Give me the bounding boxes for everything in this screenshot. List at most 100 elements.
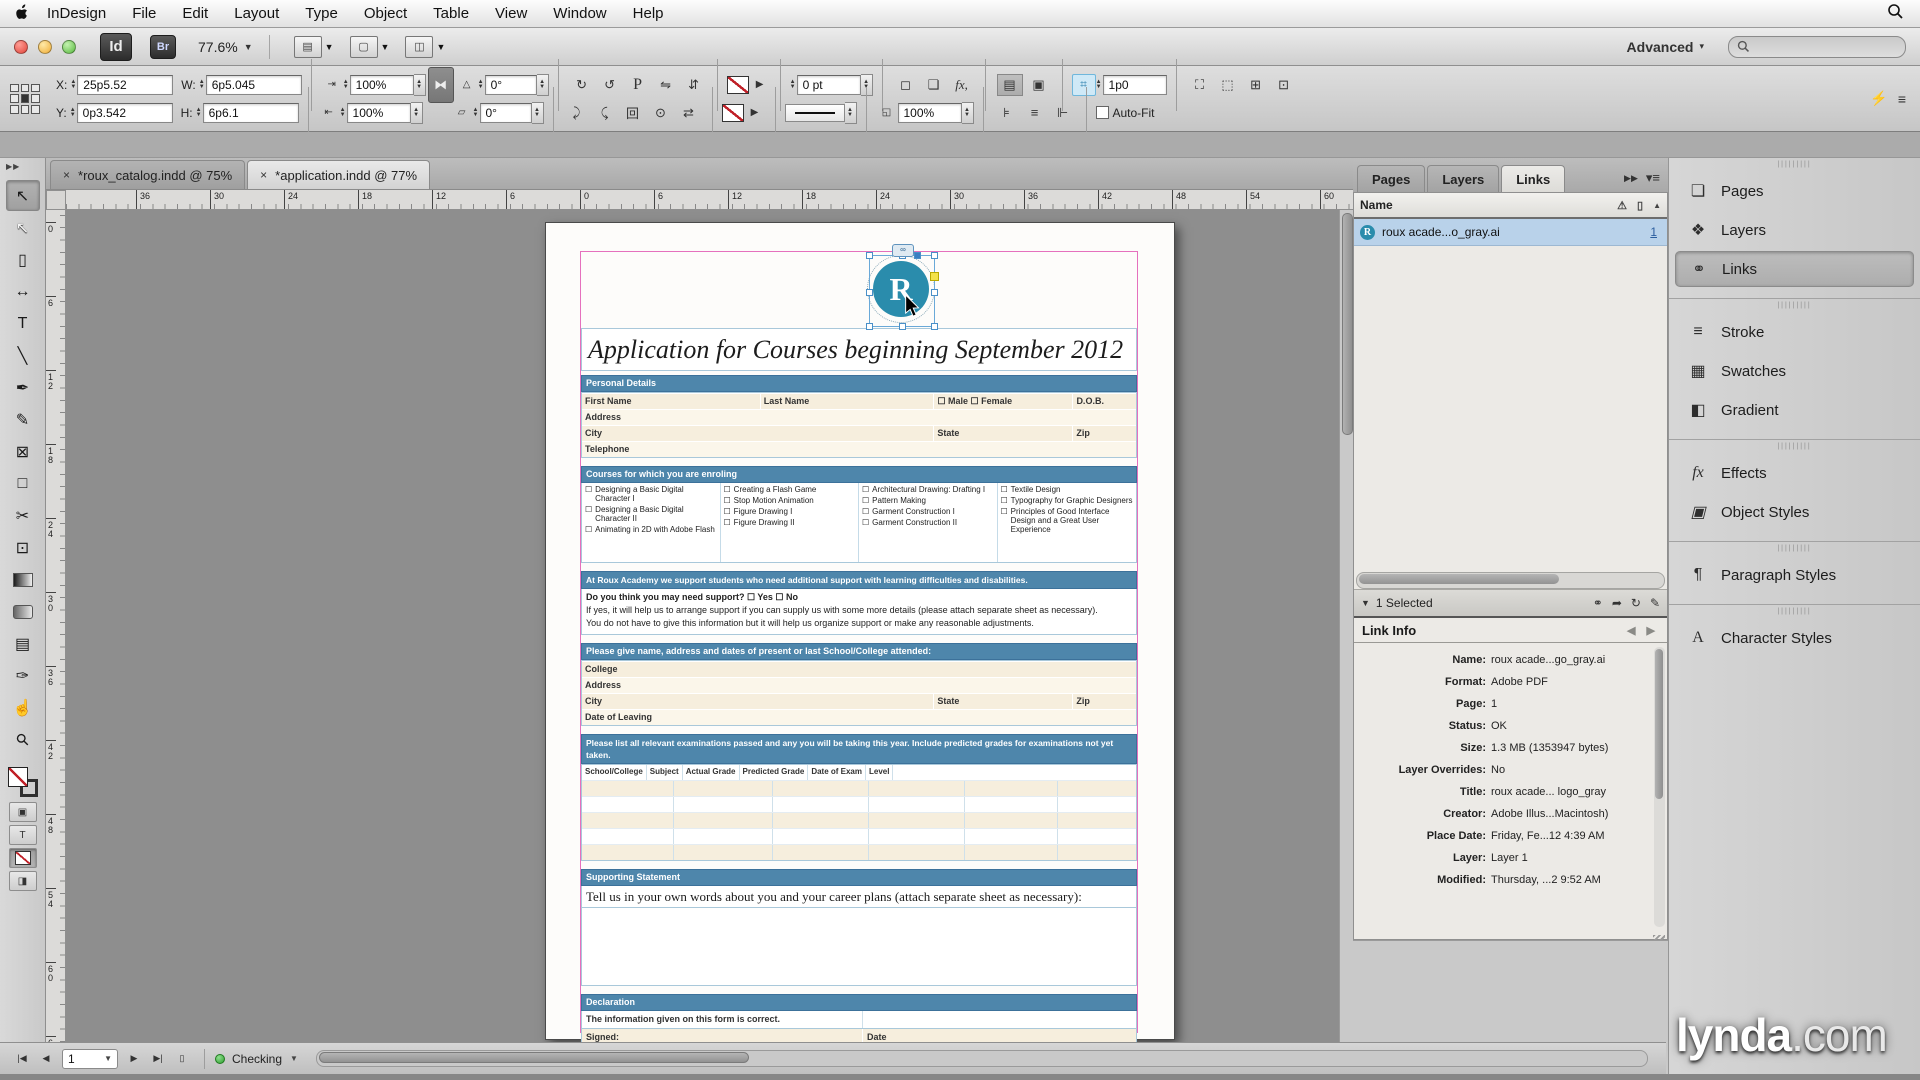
spotlight-search-icon[interactable] [1887, 3, 1904, 25]
stroke-weight-spin[interactable]: ▲▼ [860, 73, 873, 96]
menu-edit[interactable]: Edit [182, 5, 208, 22]
selection-handle[interactable] [931, 252, 938, 259]
scale-x-stepper[interactable]: ▲ ▼ [343, 79, 349, 90]
stroke-swatch-arrow[interactable]: ▶ [751, 75, 769, 95]
zoom-level-select[interactable]: 77.6% ▼ [198, 39, 253, 55]
apple-menu-icon[interactable] [14, 2, 30, 25]
fit-proportional-button[interactable]: ⊡ [1272, 75, 1296, 95]
selection-frame[interactable]: ∞ [866, 244, 939, 330]
selection-handle[interactable] [866, 323, 873, 330]
fill-color-none-swatch[interactable] [721, 103, 744, 122]
y-stepper[interactable]: ▲ ▼ [70, 107, 76, 118]
menu-view[interactable]: View [495, 5, 527, 22]
rotation-angle-field[interactable]: 0° [484, 74, 537, 95]
effects-fx-button[interactable]: fx, [950, 75, 974, 95]
rotate-90ccw-button[interactable]: ⤹ [593, 103, 617, 123]
last-page-button[interactable]: ▶| [150, 1053, 166, 1064]
shear-angle-field[interactable]: 0° [479, 102, 532, 123]
dock-item[interactable]: ▣ Object Styles [1675, 494, 1914, 530]
horizontal-ruler[interactable]: 36 30 24 18 12 6 0 6 12 18 24 30 36 42 48 54 60 [66, 190, 1353, 210]
panel-tab[interactable]: Links [1501, 165, 1566, 192]
w-stepper[interactable]: ▲ ▼ [199, 79, 205, 90]
selection-handle[interactable] [866, 252, 873, 259]
quick-apply-icon[interactable]: ⚡ [1870, 90, 1887, 107]
menu-window[interactable]: Window [553, 5, 606, 22]
edit-original-icon[interactable]: ✎ [1650, 596, 1660, 610]
formatting-affects-container-button[interactable]: ▣ [8, 802, 37, 822]
align-left-button[interactable]: ⊧ [995, 103, 1019, 123]
scale-y-field[interactable]: 100% [346, 102, 411, 123]
name-column-header[interactable]: Name [1360, 198, 1393, 212]
dock-drag-handle[interactable]: ||||||||| [1669, 542, 1920, 554]
width-field[interactable]: 6p5.045 [205, 74, 302, 95]
gradient-swatch-tool[interactable] [6, 564, 40, 595]
stroke-style-spin[interactable]: ▲ ▼ [844, 101, 857, 124]
next-link-icon[interactable]: ▶ [1647, 625, 1659, 637]
link-page-number[interactable]: 1 [1650, 225, 1661, 239]
dock-item[interactable]: ⚭ Links [1675, 251, 1914, 287]
center-content-button[interactable]: ⊞ [1244, 75, 1268, 95]
shear-stepper[interactable]: ▲ ▼ [473, 107, 479, 118]
zoom-tool[interactable]: ⚲ [6, 724, 40, 755]
flip-vertical-button[interactable]: ⇵ [682, 75, 706, 95]
selection-handle[interactable] [931, 323, 938, 330]
dock-drag-handle[interactable]: ||||||||| [1669, 440, 1920, 452]
selection-handle[interactable] [866, 289, 873, 296]
selection-handle[interactable] [899, 323, 906, 330]
close-tab-icon[interactable]: × [260, 168, 267, 182]
zoom-window-button[interactable] [62, 39, 76, 54]
menu-file[interactable]: File [132, 5, 156, 22]
link-list-item[interactable]: R roux acade...o_gray.ai 1 [1354, 219, 1667, 246]
height-field[interactable]: 6p6.1 [202, 102, 299, 123]
wrap-none-button[interactable]: ▤ [996, 73, 1023, 96]
flip-horizontal-button[interactable]: ⇋ [654, 75, 678, 95]
minimize-window-button[interactable] [38, 39, 52, 54]
page-view-icon[interactable]: ▯ [174, 1053, 190, 1064]
close-window-button[interactable] [14, 39, 28, 54]
screen-mode-normal-button[interactable]: ◨ [8, 871, 37, 891]
link-info-scrollbar[interactable] [1654, 647, 1665, 927]
formatting-affects-text-button[interactable]: T [8, 825, 37, 845]
control-panel-menu-icon[interactable]: ≡ [1898, 91, 1906, 107]
ruler-origin-corner[interactable] [46, 190, 66, 210]
hand-tool[interactable]: ☝ [6, 692, 40, 723]
stroke-weight-stepper[interactable]: ▲ ▼ [790, 79, 796, 90]
link-info-header[interactable]: Link Info ◀ ▶ [1354, 618, 1667, 643]
vertical-scrollbar[interactable] [1339, 210, 1353, 1042]
apply-none-button[interactable] [8, 848, 37, 868]
fit-gap-stepper[interactable]: ▲ ▼ [1096, 79, 1102, 90]
rotation-stepper[interactable]: ▲ ▼ [478, 79, 484, 90]
opacity-spin[interactable]: ▲ ▼ [961, 101, 974, 124]
sort-icon[interactable]: ▲ [1653, 201, 1661, 210]
menu-layout[interactable]: Layout [234, 5, 279, 22]
link-badge-icon[interactable]: ∞ [892, 244, 914, 257]
preflight-status[interactable]: Checking ▼ [215, 1052, 298, 1066]
line-tool[interactable]: ╲ [6, 340, 40, 371]
stroke-color-none-swatch[interactable] [726, 75, 749, 94]
dock-item[interactable]: ❖ Layers [1675, 212, 1914, 248]
vertical-ruler[interactable]: 0612182430364248546066 [46, 210, 66, 1042]
drop-shadow-button[interactable]: ❏ [922, 75, 946, 95]
gradient-feather-tool[interactable] [6, 596, 40, 627]
scrollbar-thumb[interactable] [1359, 574, 1559, 584]
dock-item[interactable]: ¶ Paragraph Styles [1675, 557, 1914, 593]
dock-item[interactable]: A Character Styles [1675, 620, 1914, 656]
select-container-button[interactable]: 回 [621, 103, 645, 123]
stroke-style-select[interactable] [784, 103, 845, 122]
page-column-icon[interactable]: ▯ [1637, 199, 1643, 212]
arrange-documents-button[interactable]: ◫ ▼ [405, 35, 445, 58]
selection-handle-active[interactable] [914, 252, 921, 259]
expand-panel-icon[interactable]: ▶▶ [0, 158, 45, 179]
collapse-panels-icon[interactable]: ▶▶ [1624, 173, 1638, 184]
rectangle-tool[interactable]: □ [6, 468, 40, 499]
stroke-weight-field[interactable]: 0 pt [796, 74, 861, 95]
rotate-cw-button[interactable]: ↻ [570, 75, 594, 95]
next-page-button[interactable]: ▶ [126, 1053, 142, 1064]
placed-logo-frame[interactable]: R ∞ [866, 244, 939, 330]
update-link-icon[interactable]: ↻ [1631, 596, 1641, 610]
pasteboard[interactable]: R ∞ Application for Courses beginning Se… [66, 210, 1339, 1042]
dock-drag-handle[interactable]: ||||||||| [1669, 158, 1920, 170]
fill-swatch-arrow[interactable]: ▶ [746, 103, 764, 123]
scale-x-spin[interactable]: ▲ ▼ [413, 73, 426, 96]
scale-y-spin[interactable]: ▲ ▼ [410, 101, 423, 124]
